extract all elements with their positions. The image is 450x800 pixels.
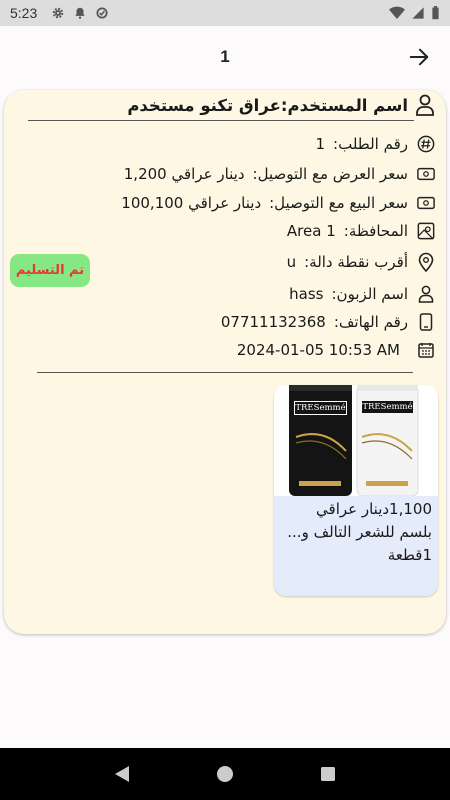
signal-icon: [412, 7, 424, 19]
phone-icon: [414, 310, 438, 334]
province-value: Area 1: [286, 222, 336, 240]
system-nav-bar: [0, 748, 450, 800]
province-label: المحافظة:: [343, 222, 408, 240]
app-bar: 1: [0, 26, 450, 88]
person-outline-icon: [414, 94, 436, 116]
arrow-forward-icon: [409, 48, 429, 66]
province-row: المحافظة: Area 1: [287, 217, 446, 245]
customer-value: hass: [289, 285, 324, 303]
divider: [37, 372, 413, 373]
square-recents-icon: [321, 767, 336, 781]
calendar-icon: [414, 338, 438, 362]
page-title: 1: [220, 47, 230, 66]
product-quantity: 1قطعة: [387, 546, 432, 564]
order-number-row: رقم الطلب: 1: [315, 130, 446, 158]
product-brand-label: TRESemmé: [294, 401, 347, 415]
battery-icon: [432, 6, 439, 20]
nav-recents-button[interactable]: [313, 759, 343, 789]
sale-price-label: سعر البيع مع التوصيل:: [269, 194, 408, 212]
divider: [28, 120, 414, 121]
phone-label: رقم الهاتف:: [333, 313, 408, 331]
settings-icon: [53, 7, 64, 19]
offer-price-value: 1,200 دينار عراقي: [123, 165, 245, 183]
customer-row: اسم الزبون: hass: [289, 280, 446, 308]
wifi-icon: [389, 6, 405, 19]
phone-row: رقم الهاتف: 07711132368: [221, 308, 446, 336]
back-button[interactable]: [404, 42, 434, 72]
product-price: 1,100دينار عراقي: [316, 500, 432, 518]
landmark-value: u: [286, 253, 297, 271]
customer-label: اسم الزبون:: [331, 285, 409, 303]
order-card[interactable]: اسم المستخدم:عراق تكنو مستخدم رقم الطلب:…: [4, 90, 446, 634]
nav-back-button[interactable]: [107, 759, 137, 789]
nav-home-button[interactable]: [210, 759, 240, 789]
status-time: 5:23: [10, 5, 38, 21]
location-pin-icon: [414, 250, 438, 274]
user-name-label: اسم المستخدم:عراق تكنو مستخدم: [127, 95, 408, 115]
data-saver-icon: [96, 7, 108, 19]
date-value: 2024-01-05 10:53 AM: [236, 341, 400, 359]
sale-price-row: سعر البيع مع التوصيل: 100,100 دينار عراق…: [121, 189, 446, 217]
product-image: TRESemmé TRESemmé: [274, 385, 438, 497]
landmark-row: أقرب نقطة دالة: u: [287, 248, 446, 276]
money-icon: [414, 162, 438, 186]
landmark-label: أقرب نقطة دالة:: [304, 253, 408, 271]
phone-value: 07711132368: [220, 313, 326, 331]
notification-icon: [75, 7, 85, 19]
status-bar: 5:23: [0, 0, 450, 26]
offer-price-label: سعر العرض مع التوصيل:: [252, 165, 408, 183]
status-badge: تم التسليم: [10, 254, 90, 287]
order-number-value: 1: [315, 135, 326, 153]
offer-price-row: سعر العرض مع التوصيل: 1,200 دينار عراقي: [124, 160, 446, 188]
product-card[interactable]: TRESemmé TRESemmé 1,100دينار عراقي بلسم …: [274, 385, 438, 596]
sale-price-value: 100,100 دينار عراقي: [121, 194, 262, 212]
map-icon: [414, 219, 438, 243]
order-number-label: رقم الطلب:: [333, 135, 408, 153]
person-icon: [414, 282, 438, 306]
money-icon: [414, 191, 438, 215]
product-name: بلسم للشعر التالف و...: [287, 523, 432, 541]
circle-home-icon: [216, 766, 233, 782]
date-row: 2024-01-05 10:53 AM: [237, 336, 446, 364]
product-brand-label: TRESemmé: [362, 401, 413, 413]
user-row: اسم المستخدم:عراق تكنو مستخدم: [4, 92, 446, 118]
triangle-back-icon: [114, 766, 129, 782]
hash-icon: [414, 132, 438, 156]
